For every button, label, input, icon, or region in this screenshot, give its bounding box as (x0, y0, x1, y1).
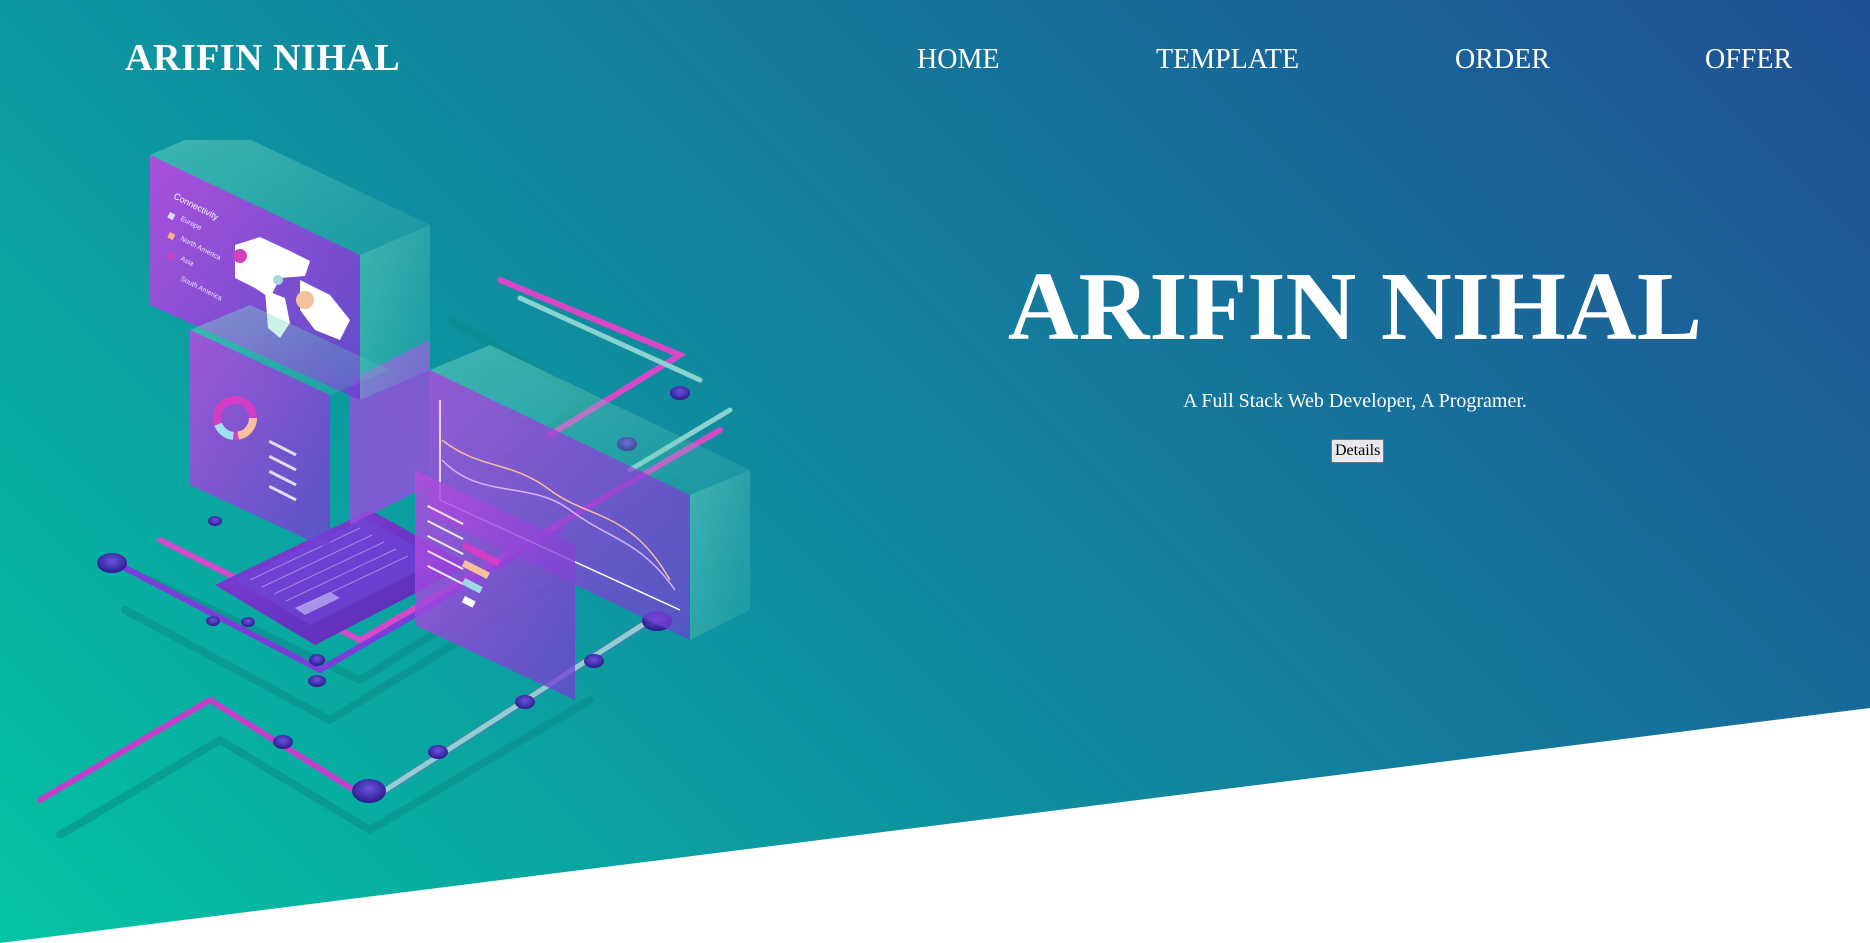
nav-offer-link[interactable]: OFFER (1705, 44, 1792, 76)
main-nav: HOME TEMPLATE ORDER OFFER (0, 44, 1870, 84)
details-button[interactable]: Details (1331, 439, 1385, 463)
nav-home-link[interactable]: HOME (917, 44, 999, 76)
nav-template-link[interactable]: TEMPLATE (1156, 44, 1299, 76)
hero-title: ARIFIN NIHAL (1007, 253, 1703, 361)
nav-order-link[interactable]: ORDER (1455, 44, 1550, 76)
hero-subtitle: A Full Stack Web Developer, A Programer. (1183, 390, 1527, 412)
isometric-dashboard-illustration: Connectivity Europe North America Asia S… (37, 140, 750, 839)
